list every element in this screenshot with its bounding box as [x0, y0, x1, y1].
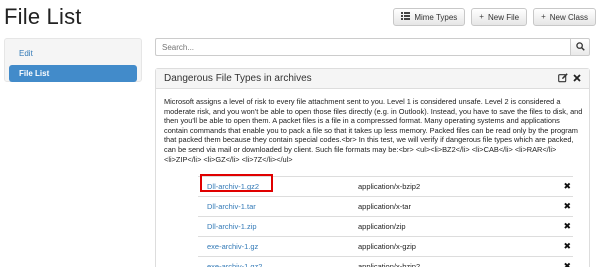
delete-icon[interactable]: ✖	[548, 216, 573, 237]
delete-icon[interactable]: ✖	[548, 176, 573, 197]
search-input[interactable]	[155, 38, 570, 56]
file-name-link[interactable]: exe-archiv-1.gz	[198, 236, 358, 257]
file-mime-type: application/x-tar	[358, 196, 548, 217]
sidebar: Edit File List	[4, 38, 142, 82]
table-row: exe-archiv-1.gz application/x-gzip ✖	[198, 236, 573, 257]
file-name-link[interactable]: Dll-archiv-1.zip	[198, 216, 358, 237]
search-icon	[575, 38, 585, 56]
sidebar-item-edit[interactable]: Edit	[9, 45, 137, 62]
table-row: Dll-archiv-1.tar application/x-tar ✖	[198, 196, 573, 217]
table-row: Dll-archiv-1.zip application/zip ✖	[198, 216, 573, 237]
delete-icon[interactable]: ✖	[548, 196, 573, 217]
new-class-label: New Class	[549, 12, 588, 22]
new-file-button[interactable]: + New File	[471, 8, 528, 26]
new-file-label: New File	[487, 12, 520, 22]
search-bar	[155, 38, 590, 56]
search-button[interactable]	[570, 38, 590, 56]
new-class-button[interactable]: + New Class	[533, 8, 596, 26]
file-mime-type: application/x-bzip2	[358, 256, 548, 267]
file-name-link[interactable]: exe-archiv-1.gz2	[198, 256, 358, 267]
delete-icon[interactable]: ✖	[548, 236, 573, 257]
file-mime-type: application/x-gzip	[358, 236, 548, 257]
panel-title: Dangerous File Types in archives	[164, 73, 312, 84]
file-name-link[interactable]: Dll-archiv-1.gz2	[198, 176, 358, 197]
panel-heading: Dangerous File Types in archives	[156, 69, 589, 89]
mime-types-button[interactable]: Mime Types	[393, 8, 466, 26]
file-name-link[interactable]: Dll-archiv-1.tar	[198, 196, 358, 217]
plus-icon: +	[479, 12, 484, 21]
plus-icon: +	[541, 12, 546, 21]
close-icon[interactable]	[573, 73, 581, 84]
page-title: File List	[4, 4, 82, 29]
mime-types-label: Mime Types	[414, 12, 458, 22]
panel-tools	[558, 72, 581, 85]
file-mime-type: application/x-bzip2	[358, 176, 548, 197]
panel-body: Microsoft assigns a level of risk to eve…	[156, 89, 589, 172]
file-panel: Dangerous File Types in archives Microso…	[155, 68, 590, 267]
file-table: Dll-archiv-1.gz2 application/x-bzip2 ✖ D…	[198, 176, 573, 267]
sidebar-item-file-list[interactable]: File List	[9, 65, 137, 82]
delete-icon[interactable]: ✖	[548, 256, 573, 267]
file-mime-type: application/zip	[358, 216, 548, 237]
table-row: Dll-archiv-1.gz2 application/x-bzip2 ✖	[198, 176, 573, 197]
table-row: exe-archiv-1.gz2 application/x-bzip2 ✖	[198, 256, 573, 267]
edit-icon[interactable]	[558, 72, 568, 85]
list-icon	[401, 12, 411, 22]
panel-description: Microsoft assigns a level of risk to eve…	[164, 97, 583, 164]
top-actions: Mime Types + New File + New Class	[393, 8, 596, 26]
